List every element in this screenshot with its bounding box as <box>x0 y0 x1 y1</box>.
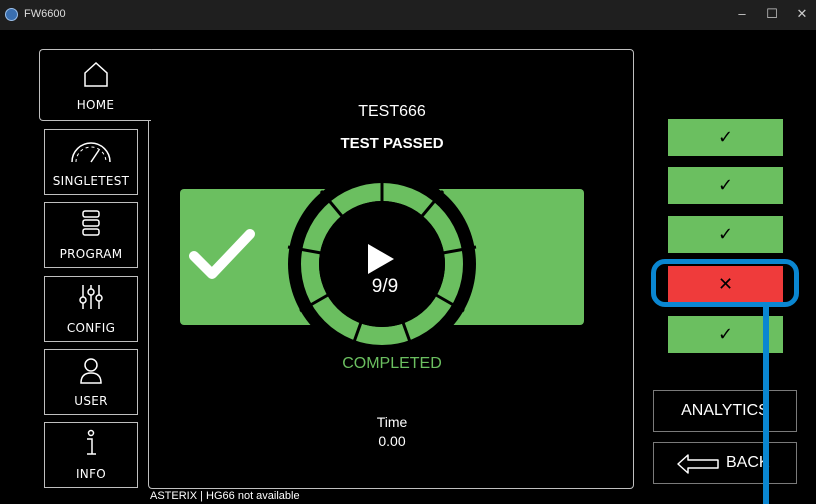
annotation-line-overlay <box>763 307 769 504</box>
step-result-3[interactable]: ✓ <box>668 216 783 253</box>
gauge-icon <box>45 136 137 164</box>
nav-program[interactable]: PROGRAM <box>44 202 138 268</box>
test-name: TEST666 <box>358 103 426 120</box>
app-logo-icon <box>5 8 18 21</box>
list-icon <box>45 209 137 237</box>
time-value: 0.00 <box>378 433 406 449</box>
analytics-label: ANALYTICS <box>681 402 769 419</box>
maximize-button[interactable]: ☐ <box>758 6 786 22</box>
highlight-annotation <box>651 259 799 307</box>
status-footer: ASTERIX | HG66 not available <box>150 490 300 502</box>
close-button[interactable]: ✕ <box>788 6 816 22</box>
nav-home[interactable]: HOME <box>39 49 151 121</box>
test-status: TEST PASSED <box>340 135 444 152</box>
window-title: FW6600 <box>24 8 66 20</box>
analytics-button[interactable]: ANALYTICS <box>653 390 797 432</box>
step-result-1[interactable]: ✓ <box>668 119 783 156</box>
title-bar: FW6600 – ☐ ✕ <box>0 0 816 30</box>
nav-info-label: INFO <box>75 467 107 481</box>
back-button[interactable]: BACK <box>653 442 797 484</box>
nav-singletest-label: SINGLETEST <box>52 174 130 188</box>
time-label: Time <box>376 414 408 430</box>
home-icon <box>40 60 151 88</box>
nav-user-label: USER <box>74 394 108 408</box>
minimize-button[interactable]: – <box>728 6 756 21</box>
nav-config-label: CONFIG <box>66 321 116 335</box>
step-counter: 9/9 <box>371 276 399 297</box>
nav-info[interactable]: INFO <box>44 422 138 488</box>
step-result-2[interactable]: ✓ <box>668 167 783 204</box>
arrow-left-icon <box>676 453 720 480</box>
info-icon <box>45 429 137 457</box>
nav-singletest[interactable]: SINGLETEST <box>44 129 138 195</box>
completion-status: COMPLETED <box>342 355 442 372</box>
nav-user[interactable]: USER <box>44 349 138 415</box>
nav-home-label: HOME <box>76 98 115 112</box>
check-icon <box>188 226 258 291</box>
nav-config[interactable]: CONFIG <box>44 276 138 342</box>
user-icon <box>45 356 137 384</box>
sliders-icon <box>45 283 137 311</box>
nav-program-label: PROGRAM <box>59 247 123 261</box>
